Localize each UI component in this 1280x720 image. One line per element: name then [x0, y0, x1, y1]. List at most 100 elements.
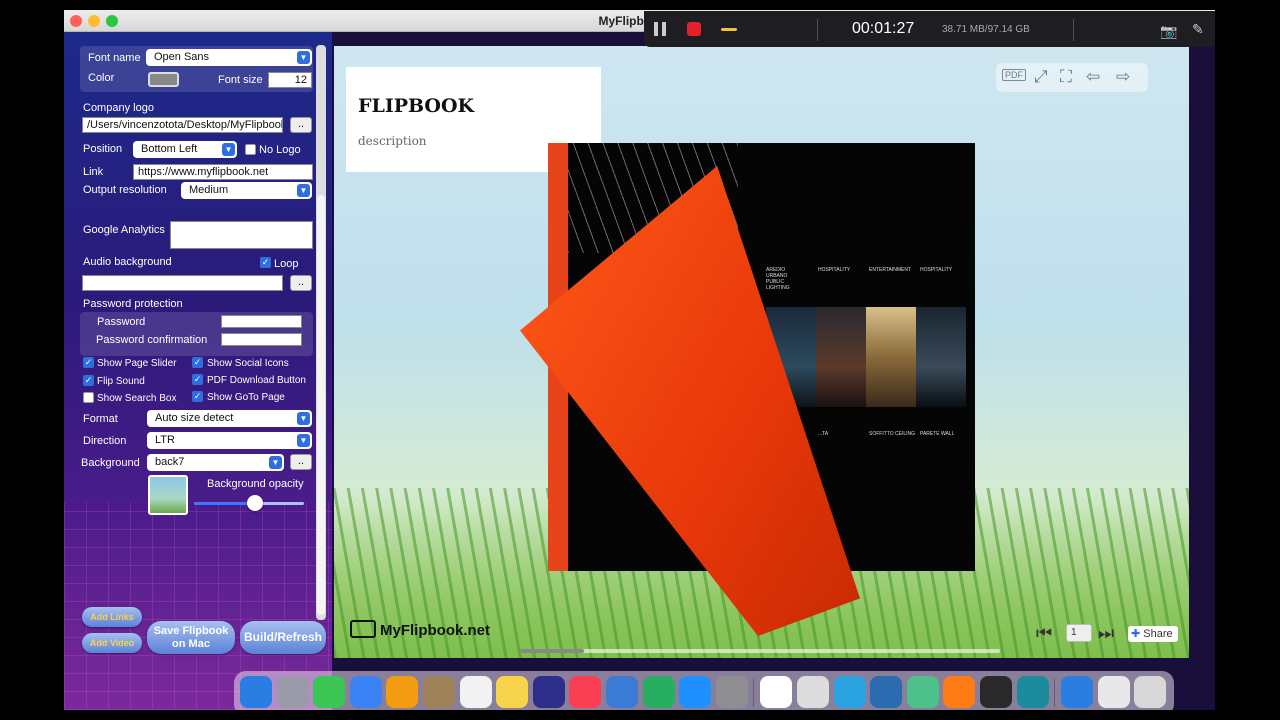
- atom-icon[interactable]: [906, 676, 939, 708]
- system-settings-icon[interactable]: [715, 676, 748, 708]
- format-select[interactable]: Auto size detect ▼: [147, 410, 312, 427]
- font-name-select[interactable]: Open Sans ▼: [146, 49, 312, 66]
- telegram-icon[interactable]: [833, 676, 866, 708]
- last-page-icon[interactable]: ⏭: [1098, 623, 1114, 644]
- minimize-recorder-icon[interactable]: [721, 28, 737, 31]
- audio-browse-button[interactable]: ..: [290, 275, 312, 291]
- background-opacity-slider-fill: [194, 502, 255, 505]
- add-links-button[interactable]: Add Links: [82, 607, 142, 627]
- launchpad-icon[interactable]: [276, 676, 309, 708]
- background-opacity-slider-knob[interactable]: [246, 495, 263, 511]
- background-browse-button[interactable]: ..: [290, 454, 312, 470]
- downloads-icon[interactable]: [1061, 676, 1094, 708]
- direction-select[interactable]: LTR ▼: [147, 432, 312, 449]
- stop-recording-icon[interactable]: [687, 22, 701, 36]
- settings-panel: Font name Open Sans ▼ Color Font size 12 …: [64, 32, 332, 710]
- messages-icon[interactable]: [313, 676, 346, 708]
- expand-icon[interactable]: ⤢: [1034, 67, 1048, 87]
- background-opacity-slider[interactable]: [194, 495, 304, 511]
- music-icon[interactable]: [569, 676, 602, 708]
- show-social-icons-checkbox[interactable]: ✓: [192, 357, 203, 368]
- google-analytics-input[interactable]: [170, 221, 313, 249]
- pdf-download-icon[interactable]: PDF: [1002, 69, 1026, 81]
- notes-icon[interactable]: [496, 676, 529, 708]
- trash-icon[interactable]: [1134, 676, 1167, 708]
- color-swatch[interactable]: [148, 72, 179, 87]
- pause-recording-icon[interactable]: [654, 22, 668, 36]
- reminders-icon[interactable]: [459, 676, 492, 708]
- first-page-icon[interactable]: ⏮: [1036, 623, 1052, 644]
- background-value: back7: [155, 456, 185, 468]
- chrome-icon[interactable]: [760, 676, 793, 708]
- maps-icon[interactable]: [349, 676, 382, 708]
- myflipbook-icon[interactable]: [1016, 676, 1049, 708]
- contacts-icon[interactable]: [423, 676, 455, 708]
- arrow-left-icon[interactable]: ⇦: [1086, 67, 1100, 87]
- firefox-icon[interactable]: [943, 676, 976, 708]
- loop-label: Loop: [274, 258, 299, 270]
- chevron-down-icon: ▼: [297, 434, 310, 447]
- preview-icon[interactable]: [1097, 676, 1130, 708]
- audio-background-input[interactable]: [82, 275, 283, 291]
- numbers-icon[interactable]: [642, 676, 675, 708]
- printer-icon[interactable]: [797, 676, 829, 708]
- no-logo-checkbox[interactable]: [245, 144, 256, 155]
- keynote-icon[interactable]: [606, 676, 638, 708]
- app-store-icon[interactable]: [679, 676, 712, 708]
- font-size-input[interactable]: 12: [268, 72, 312, 88]
- password-input[interactable]: [221, 315, 302, 328]
- book-photo-4: [916, 307, 966, 407]
- flipbook-title: FLIPBOOK: [358, 95, 475, 117]
- settings-scrollbar[interactable]: [316, 45, 326, 620]
- screen-recorder-icon[interactable]: [980, 676, 1012, 708]
- show-social-icons-label: Show Social Icons: [207, 358, 289, 369]
- show-search-box-checkbox[interactable]: [83, 392, 94, 403]
- position-label: Position: [83, 143, 123, 155]
- fullscreen-icon[interactable]: ⛶: [1060, 67, 1072, 87]
- page-slider[interactable]: [520, 649, 1000, 653]
- background-select[interactable]: back7 ▼: [147, 454, 284, 471]
- pdf-download-button-checkbox[interactable]: ✓: [192, 374, 203, 385]
- edit-icon[interactable]: ✎: [1192, 21, 1204, 38]
- share-label: Share: [1143, 628, 1173, 640]
- flip-sound-checkbox[interactable]: ✓: [83, 375, 94, 386]
- company-logo-label: Company logo: [83, 102, 154, 114]
- page-number-input[interactable]: 1: [1066, 624, 1092, 642]
- book-category-2: HOSPITALITY: [818, 267, 851, 273]
- photos-icon[interactable]: [386, 676, 419, 708]
- myflipbook-logo: MyFlipbook.net: [350, 620, 490, 639]
- dock-separator: [753, 679, 755, 707]
- finder-icon[interactable]: [240, 676, 272, 708]
- save-flipbook-button[interactable]: Save Flipbook on Mac: [147, 621, 235, 654]
- position-value: Bottom Left: [141, 143, 198, 155]
- xcode-icon[interactable]: [870, 676, 903, 708]
- settings-scrollbar-thumb[interactable]: [317, 195, 325, 615]
- share-button[interactable]: ✚ Share: [1128, 626, 1178, 642]
- background-thumbnail[interactable]: [148, 475, 188, 515]
- add-video-button[interactable]: Add Video: [82, 633, 142, 653]
- position-select[interactable]: Bottom Left ▼: [133, 141, 237, 158]
- build-refresh-button[interactable]: Build/Refresh: [240, 621, 326, 654]
- flipbook-preview: FLIPBOOK description PDF ⤢ ⛶ ⇦ ⇨ AREDIO …: [334, 46, 1189, 658]
- show-goto-page-checkbox[interactable]: ✓: [192, 391, 203, 402]
- company-logo-browse-button[interactable]: ..: [290, 117, 312, 133]
- macos-dock: [234, 671, 1174, 710]
- password-label: Password: [97, 316, 146, 328]
- loop-checkbox[interactable]: ✓: [260, 257, 271, 268]
- font-name-label: Font name: [88, 52, 141, 64]
- show-page-slider-label: Show Page Slider: [97, 358, 177, 369]
- show-page-slider-checkbox[interactable]: ✓: [83, 357, 94, 368]
- direction-label: Direction: [83, 435, 127, 447]
- password-confirmation-input[interactable]: [221, 333, 302, 346]
- camera-icon[interactable]: 📷: [1160, 23, 1177, 40]
- page-slider-thumb[interactable]: [520, 649, 584, 653]
- recording-size: 38.71 MB/97.14 GB: [942, 24, 1030, 35]
- output-resolution-select[interactable]: Medium ▼: [181, 182, 312, 199]
- format-value: Auto size detect: [155, 412, 234, 424]
- company-logo-path-input[interactable]: /Users/vincenzotota/Desktop/MyFlipbook: [82, 117, 283, 133]
- link-input[interactable]: https://www.myflipbook.net: [133, 164, 313, 180]
- book-logo-icon: [350, 620, 376, 638]
- output-resolution-label: Output resolution: [83, 184, 167, 196]
- arrow-right-icon[interactable]: ⇨: [1116, 67, 1130, 87]
- freeform-icon[interactable]: [532, 676, 565, 708]
